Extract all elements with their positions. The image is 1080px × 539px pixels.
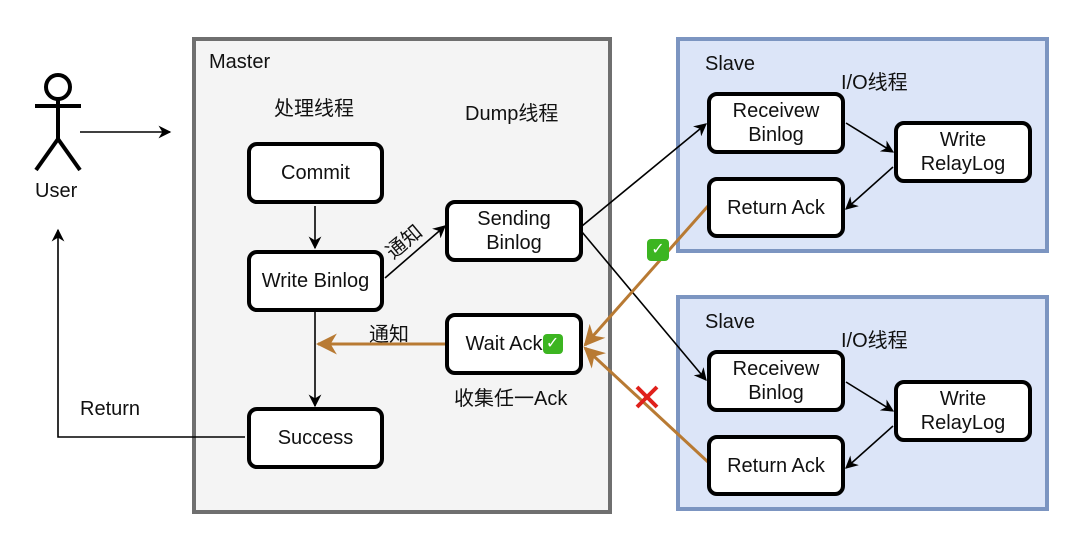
process-thread-label: 处理线程 [274,98,354,120]
check-mark-icon: ✓ [542,334,563,354]
slave1-title: Slave [705,53,756,75]
slave2-write-relaylog-node: Write RelayLog [894,380,1032,442]
slave1-write-relaylog-node: Write RelayLog [894,121,1032,183]
slave1-return-ack-node: Return Ack [707,177,845,238]
slave2-title: Slave [705,311,756,333]
success-node: Success [247,407,384,469]
slave1-receive-binlog-node: Receivew Binlog [707,92,845,154]
user-label: User [35,180,78,202]
slave1-io-thread-label: I/O线程 [841,72,908,94]
wait-ack-label: Wait Ack [465,333,543,355]
wait-ack-node: Wait Ack ✓ [445,313,583,375]
slave2-receive-binlog-node: Receivew Binlog [707,350,845,412]
slave2-return-ack-node: Return Ack [707,435,845,496]
slave2-io-thread-label: I/O线程 [841,330,908,352]
master-title: Master [209,51,271,73]
commit-node: Commit [247,142,384,204]
user-actor-icon [34,73,82,172]
collect-ack-label: 收集任一Ack [454,388,568,410]
write-binlog-node: Write Binlog [247,250,384,312]
fail-cross-icon [635,385,659,409]
success-check-icon: ✓ [647,239,669,261]
dump-thread-label: Dump线程 [465,103,559,125]
sending-binlog-node: Sending Binlog [445,200,583,262]
notify-label-2: 通知 [369,324,409,346]
return-label: Return [80,398,141,420]
